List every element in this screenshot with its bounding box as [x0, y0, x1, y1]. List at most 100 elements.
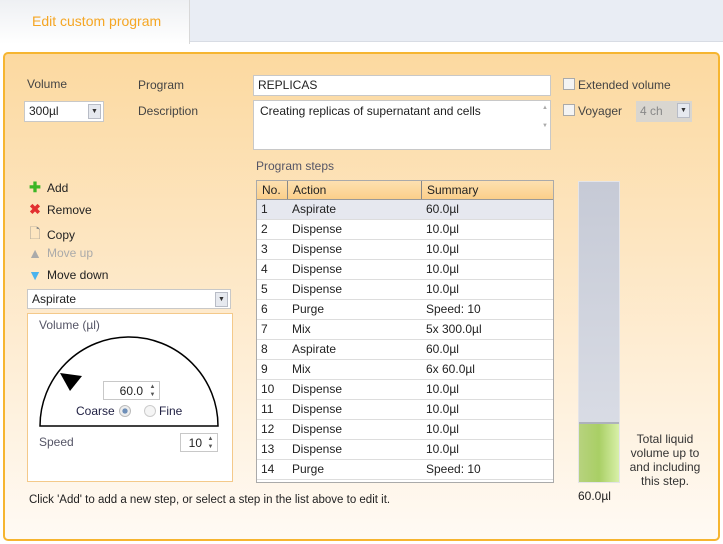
step-number: 3 — [261, 242, 268, 256]
step-action: Dispense — [292, 442, 343, 456]
step-action: Aspirate — [292, 342, 337, 356]
move-up-label: Move up — [47, 246, 94, 260]
step-number: 1 — [261, 202, 268, 216]
table-row[interactable]: 12 Dispense 10.0µl — [257, 420, 553, 440]
header-summary[interactable]: Summary — [422, 181, 553, 199]
table-row[interactable]: 9 Mix 6x 60.0µl — [257, 360, 553, 380]
volume-spinner-value: 60.0 — [119, 384, 143, 398]
table-row[interactable]: 8 Aspirate 60.0µl — [257, 340, 553, 360]
coarse-label: Coarse — [76, 404, 115, 418]
move-down-button[interactable]: ▼ Move down — [27, 267, 108, 283]
step-summary: 10.0µl — [426, 222, 459, 236]
remove-button[interactable]: ✖ Remove — [27, 201, 92, 218]
step-number: 11 — [261, 402, 274, 416]
step-action: Mix — [292, 322, 311, 336]
triangle-down-icon: ▼ — [28, 267, 42, 283]
step-number: 10 — [261, 382, 275, 396]
step-summary: 6x 60.0µl — [426, 362, 475, 376]
step-action: Dispense — [292, 262, 343, 276]
step-action: Purge — [292, 302, 325, 316]
step-summary: 10.0µl — [426, 282, 459, 296]
step-summary: 5x 300.0µl — [426, 322, 482, 336]
table-header: No. Action Summary — [257, 181, 553, 200]
copy-label: Copy — [47, 228, 76, 242]
add-label: Add — [47, 180, 69, 195]
action-value: Aspirate — [32, 292, 77, 306]
program-name-input[interactable]: REPLICAS — [253, 75, 551, 96]
step-action: Purge — [292, 462, 325, 476]
gauge-value: 60.0µl — [578, 489, 611, 503]
speed-value: 10 — [188, 436, 202, 450]
volume-value: 300µl — [29, 104, 59, 118]
scroll-arrows[interactable]: ▲ ▼ — [542, 105, 548, 129]
move-down-label: Move down — [47, 268, 109, 282]
gauge-caption: Total liquid volume up to and including … — [629, 432, 701, 488]
spinner-arrows-icon[interactable]: ▲ ▼ — [205, 435, 216, 452]
chevron-down-icon: ▼ — [88, 104, 101, 119]
copy-button[interactable]: 🗋 Copy — [27, 223, 75, 247]
table-row[interactable]: 6 Purge Speed: 10 — [257, 300, 553, 320]
program-label: Program — [138, 78, 185, 92]
step-number: 7 — [261, 322, 268, 336]
extended-volume-checkbox[interactable] — [563, 78, 575, 90]
step-number: 12 — [261, 422, 275, 436]
step-action: Dispense — [292, 382, 343, 396]
voyager-checkbox[interactable] — [563, 104, 575, 116]
program-steps-table[interactable]: No. Action Summary 1 Aspirate 60.0µl 2 Dispe… — [256, 180, 554, 483]
table-row[interactable]: 1 Aspirate 60.0µl — [257, 200, 553, 220]
step-action: Dispense — [292, 402, 343, 416]
step-summary: 10.0µl — [426, 242, 459, 256]
volume-ul-label: Volume (µl) — [39, 318, 100, 332]
action-select[interactable]: Aspirate ▼ — [27, 289, 231, 309]
header-action[interactable]: Action — [288, 181, 422, 199]
description-label: Description — [138, 104, 199, 118]
step-number: 4 — [261, 262, 268, 276]
chevron-down-icon: ▼ — [215, 292, 228, 307]
hint-text: Click 'Add' to add a new step, or select… — [29, 494, 391, 506]
step-number: 5 — [261, 282, 268, 296]
table-row[interactable]: 5 Dispense 10.0µl — [257, 280, 553, 300]
plus-icon: ✚ — [29, 179, 41, 195]
document-icon: 🗋 — [29, 225, 41, 241]
volume-select[interactable]: 300µl ▼ — [24, 101, 104, 122]
volume-gauge — [578, 181, 620, 483]
channels-value: 4 ch — [640, 104, 663, 118]
step-action: Dispense — [292, 242, 343, 256]
table-row[interactable]: 14 Purge Speed: 10 — [257, 460, 553, 480]
step-summary: 10.0µl — [426, 382, 459, 396]
step-number: 6 — [261, 302, 268, 316]
step-number: 9 — [261, 362, 268, 376]
step-action: Dispense — [292, 282, 343, 296]
program-steps-title: Program steps — [256, 159, 335, 173]
description-input[interactable]: Creating replicas of supernatant and cel… — [253, 100, 551, 150]
table-row[interactable]: 2 Dispense 10.0µl — [257, 220, 553, 240]
table-row[interactable]: 4 Dispense 10.0µl — [257, 260, 553, 280]
step-summary: 10.0µl — [426, 262, 459, 276]
step-summary: 10.0µl — [426, 442, 459, 456]
extended-volume-label: Extended volume — [578, 78, 671, 92]
header-no[interactable]: No. — [257, 181, 288, 199]
description-text: Creating replicas of supernatant and cel… — [260, 104, 481, 118]
volume-gauge-fill — [579, 422, 619, 482]
table-row[interactable]: 11 Dispense 10.0µl — [257, 400, 553, 420]
tab-edit-custom-program[interactable]: Edit custom program — [0, 0, 190, 44]
table-row[interactable]: 10 Dispense 10.0µl — [257, 380, 553, 400]
step-summary: 10.0µl — [426, 402, 459, 416]
table-row[interactable]: 7 Mix 5x 300.0µl — [257, 320, 553, 340]
coarse-radio[interactable] — [119, 405, 131, 417]
volume-label: Volume — [27, 77, 68, 91]
move-up-button[interactable]: ▲ Move up — [27, 245, 93, 261]
table-row[interactable]: 13 Dispense 10.0µl — [257, 440, 553, 460]
volume-spinner[interactable]: 60.0 ▲ ▼ — [103, 381, 160, 400]
fine-radio[interactable] — [144, 405, 156, 417]
x-icon: ✖ — [29, 201, 41, 217]
step-action: Aspirate — [292, 202, 337, 216]
channels-select[interactable]: 4 ch ▼ — [636, 101, 692, 122]
table-row[interactable]: 3 Dispense 10.0µl — [257, 240, 553, 260]
triangle-up-icon: ▲ — [28, 245, 42, 261]
step-summary: Speed: 10 — [426, 462, 481, 476]
spinner-arrows-icon[interactable]: ▲ ▼ — [147, 383, 158, 400]
add-button[interactable]: ✚ Add — [27, 179, 68, 196]
chevron-down-icon: ▼ — [677, 103, 690, 118]
speed-spinner[interactable]: 10 ▲ ▼ — [180, 433, 218, 452]
